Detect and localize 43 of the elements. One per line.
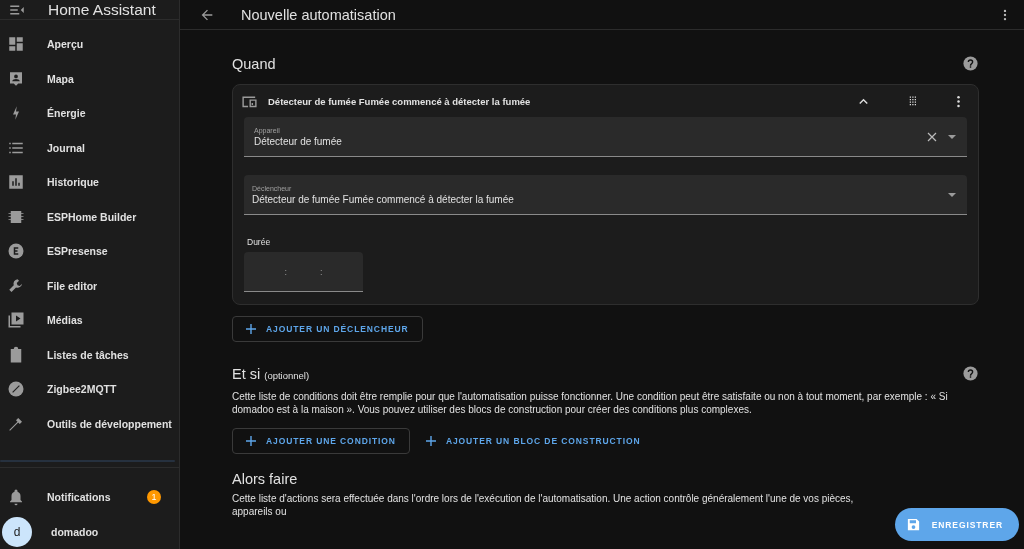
sidebar-item[interactable]: Aperçu	[0, 27, 179, 62]
plus-icon	[246, 436, 256, 446]
sidebar-item[interactable]: Énergie	[0, 96, 179, 131]
user-avatar: d	[2, 516, 32, 547]
user-item[interactable]: d domadoo	[0, 514, 179, 549]
sidebar-item[interactable]: Mapa	[0, 61, 179, 97]
person-card-icon	[7, 69, 25, 88]
duration-field[interactable]: : :	[244, 252, 363, 292]
plus-icon	[246, 324, 256, 334]
sidebar-item[interactable]: Historique	[0, 165, 179, 200]
notifications-item[interactable]: Notifications 1	[0, 480, 179, 515]
bar-chart-icon	[7, 173, 25, 192]
dashboard-icon	[7, 35, 25, 54]
media-icon	[7, 311, 25, 330]
add-button[interactable]: AJOUTER UNE CONDITION	[232, 428, 410, 454]
clear-icon[interactable]	[927, 131, 937, 142]
sidebar-item[interactable]: File editor	[0, 268, 179, 304]
plus-icon	[425, 436, 436, 446]
letter-circle-icon	[7, 242, 25, 261]
add-button[interactable]: AJOUTER UN BLOC DE CONSTRUCTION	[411, 428, 655, 454]
section-heading: Alors faire	[232, 471, 298, 487]
trigger-title: Détecteur de fumée Fumée commencé à détecter la fumée	[268, 95, 532, 107]
notification-count: 1	[147, 490, 161, 505]
sidebar-item[interactable]: Médias	[0, 303, 179, 338]
section-description: Cette liste d'actions sera effectuée dans l'ordre lors de l'exécution de l'automatisation. Une action contrôle généralement l'une de vos pièces, appareils ou	[232, 492, 855, 518]
duration-label: Durée	[247, 237, 272, 247]
section-heading: Quand	[232, 55, 276, 72]
slashed-circle-icon	[7, 380, 25, 399]
sidebar-item[interactable]: Listes de tâches	[0, 337, 179, 373]
section-description: Cette liste de conditions doit être remplie pour que l'automatisation puisse fonctionner. Une condition peut être satisfaite ou non à tout moment, par exemple : « Si domadoo est à la maison ». Vous pouvez utiliser des blocs de construction pour créer des conditions plus complexes.	[232, 390, 949, 416]
wrench-icon	[7, 276, 25, 295]
sidebar-item[interactable]: Outils de développement	[0, 406, 179, 442]
sidebar-item[interactable]: Journal	[0, 130, 179, 166]
page-title: Nouvelle automatisation	[241, 6, 397, 23]
section-heading: Et si (optionnel)	[232, 365, 310, 382]
add-button[interactable]: AJOUTER UN DÉCLENCHEUR	[232, 316, 423, 342]
help-icon	[962, 55, 979, 72]
sidebar-item[interactable]: ESPresense	[0, 234, 179, 269]
sidebar-item[interactable]: ESPHome Builder	[0, 199, 179, 235]
help-icon	[962, 365, 979, 382]
sidebar-item[interactable]: Zigbee2MQTT	[0, 372, 179, 407]
app-title: Home Assistant	[48, 0, 156, 19]
bell-icon	[7, 488, 25, 507]
